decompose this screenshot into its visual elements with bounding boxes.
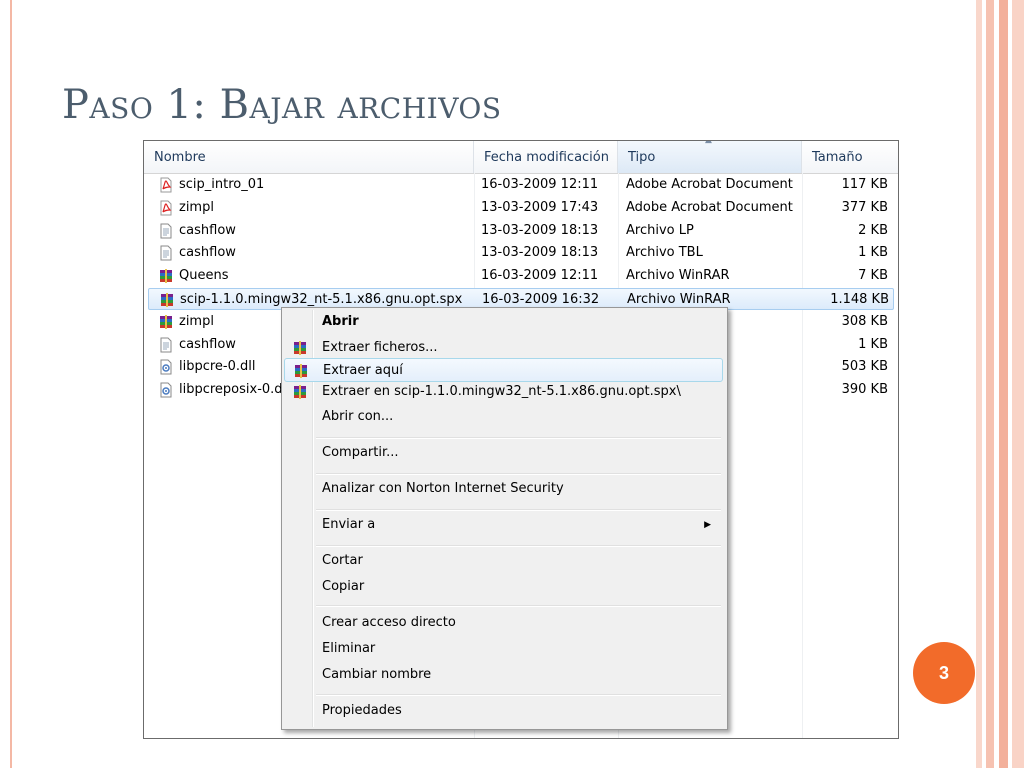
menu-item-label: Eliminar <box>322 641 376 656</box>
dll-icon <box>158 359 174 375</box>
file-row[interactable]: scip_intro_01 16-03-2009 12:11 Adobe Acrob… <box>148 174 894 196</box>
column-header-name[interactable]: Nombre <box>144 141 474 173</box>
file-date: 16-03-2009 12:11 <box>481 177 599 192</box>
menu-item[interactable]: Extraer en scip-1.1.0.mingw32_nt-5.1.x86… <box>284 380 723 404</box>
column-header-size[interactable]: Tamaño <box>802 141 898 173</box>
menu-item-label: Extraer en scip-1.1.0.mingw32_nt-5.1.x86… <box>322 384 681 399</box>
menu-item[interactable]: Propiedades <box>284 699 723 723</box>
file-date: 13-03-2009 17:43 <box>481 199 599 215</box>
menu-item-label: Cortar <box>322 553 363 568</box>
menu-item-label: Enviar a <box>322 517 376 532</box>
file-size: 2 KB <box>858 222 888 238</box>
file-date: 13-03-2009 18:13 <box>481 222 599 238</box>
menu-item-label: Abrir <box>322 314 359 329</box>
file-size: 308 KB <box>841 313 888 329</box>
slide-left-rule <box>10 0 12 768</box>
file-size: 390 KB <box>841 382 888 398</box>
page-number-badge: 3 <box>913 642 975 704</box>
column-header-type[interactable]: ▲ Tipo <box>618 141 802 173</box>
pdf-icon <box>158 200 174 216</box>
menu-separator <box>316 473 721 475</box>
menu-separator <box>316 509 721 511</box>
winrar-icon <box>158 268 174 284</box>
menu-item[interactable]: Abrir con... <box>284 405 723 429</box>
file-name: scip_intro_01 <box>179 177 265 192</box>
menu-item-label: Compartir... <box>322 445 399 460</box>
column-header-date[interactable]: Fecha modificación <box>474 141 618 173</box>
dll-icon <box>158 382 174 398</box>
menu-separator <box>316 694 721 696</box>
menu-item-label: Analizar con Norton Internet Security <box>322 481 564 496</box>
context-menu: Abrir Extraer ficheros... Extraer aquí Extr… <box>281 307 728 730</box>
menu-separator <box>316 605 721 607</box>
menu-item-label: Abrir con... <box>322 409 394 424</box>
menu-item-label: Extraer ficheros... <box>322 340 438 355</box>
file-row[interactable]: cashflow 13-03-2009 18:13 Archivo LP 2 KB <box>148 220 894 242</box>
winrar-icon <box>292 384 308 400</box>
menu-item[interactable]: Crear acceso directo <box>284 611 723 635</box>
menu-item[interactable]: Analizar con Norton Internet Security <box>284 477 723 501</box>
menu-item[interactable]: Extraer ficheros... <box>284 336 723 360</box>
menu-item[interactable]: Copiar <box>284 575 723 599</box>
file-row[interactable]: zimpl 13-03-2009 17:43 Adobe Acrobat Docum… <box>148 197 894 219</box>
menu-item-label: Cambiar nombre <box>322 667 432 682</box>
file-type: Archivo TBL <box>626 245 703 261</box>
menu-item[interactable]: Abrir <box>284 310 723 334</box>
file-type: Archivo WinRAR <box>626 268 730 284</box>
file-name: cashflow <box>179 222 236 238</box>
text-file-icon <box>158 245 174 261</box>
submenu-arrow-icon: ▶ <box>704 520 711 530</box>
sort-ascending-icon: ▲ <box>705 140 712 145</box>
file-type: Adobe Acrobat Document <box>626 177 793 192</box>
menu-item[interactable]: Extraer aquí <box>284 358 723 382</box>
winrar-icon <box>292 340 308 356</box>
slide-title: Paso 1: Bajar archivos <box>62 82 502 128</box>
file-name: Queens <box>179 268 229 284</box>
menu-item[interactable]: Eliminar <box>284 637 723 661</box>
menu-item[interactable]: Cortar <box>284 549 723 573</box>
file-date: 16-03-2009 12:11 <box>481 268 599 284</box>
menu-separator <box>316 545 721 547</box>
file-type: Archivo LP <box>626 222 694 238</box>
text-file-icon <box>158 223 174 239</box>
winrar-icon <box>293 363 309 379</box>
file-type: Adobe Acrobat Document <box>626 199 793 215</box>
file-size: 1 KB <box>858 336 888 352</box>
menu-item[interactable]: Cambiar nombre <box>284 663 723 687</box>
winrar-icon <box>158 314 174 330</box>
file-name: zimpl <box>179 199 214 215</box>
menu-item[interactable]: Compartir... <box>284 441 723 465</box>
file-size: 117 KB <box>841 177 888 192</box>
menu-separator <box>316 437 721 439</box>
menu-item[interactable]: Enviar a ▶ <box>284 513 723 537</box>
column-header-type-label: Tipo <box>628 150 656 165</box>
file-size: 377 KB <box>841 199 888 215</box>
menu-item-label: Crear acceso directo <box>322 615 456 630</box>
text-file-icon <box>158 337 174 353</box>
file-row[interactable]: cashflow 13-03-2009 18:13 Archivo TBL 1 KB <box>148 242 894 264</box>
file-name: cashflow <box>179 245 236 261</box>
file-date: 13-03-2009 18:13 <box>481 245 599 261</box>
column-header-row: Nombre Fecha modificación ▲ Tipo Tamaño <box>144 141 898 174</box>
menu-item-label: Copiar <box>322 579 365 594</box>
slide-right-border <box>976 0 1024 768</box>
file-size: 1 KB <box>858 245 888 261</box>
winrar-icon <box>159 292 175 308</box>
file-size: 1.148 KB <box>830 292 889 307</box>
pdf-icon <box>158 177 174 193</box>
file-size: 7 KB <box>858 268 888 284</box>
file-size: 503 KB <box>841 359 888 375</box>
menu-item-label: Propiedades <box>322 703 402 718</box>
file-row[interactable]: Queens 16-03-2009 12:11 Archivo WinRAR 7 KB <box>148 265 894 287</box>
